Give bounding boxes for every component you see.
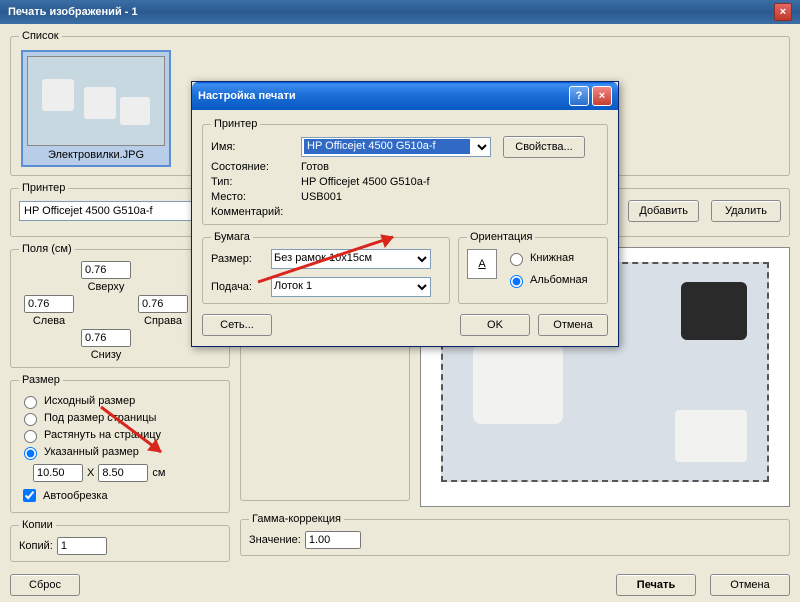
printer-type-value: HP Officejet 4500 G510a-f	[301, 176, 599, 188]
gamma-label: Значение:	[249, 534, 301, 546]
margin-top-input[interactable]	[81, 261, 131, 279]
printer-status-label: Состояние:	[211, 161, 301, 173]
dialog-cancel-button[interactable]: Отмена	[538, 314, 608, 336]
printer-comment-label: Комментарий:	[211, 206, 301, 218]
dialog-paper-legend: Бумага	[211, 231, 253, 243]
copies-label: Копий:	[19, 540, 53, 552]
margin-bottom-label: Снизу	[91, 349, 122, 361]
dialog-portrait-radio[interactable]: Книжная	[505, 250, 588, 266]
size-legend: Размер	[19, 374, 63, 386]
margin-bottom-input[interactable]	[81, 329, 131, 347]
network-button[interactable]: Сеть...	[202, 314, 272, 336]
printer-name-value: HP Officejet 4500 G510a-f	[304, 139, 470, 154]
window-close-button[interactable]: ×	[774, 3, 792, 21]
cancel-button[interactable]: Отмена	[710, 574, 790, 596]
dialog-help-button[interactable]: ?	[569, 86, 589, 106]
orientation-icon: A	[467, 249, 497, 279]
dialog-orientation-legend: Ориентация	[467, 231, 535, 243]
gamma-input[interactable]	[305, 531, 361, 549]
dialog-landscape-radio[interactable]: Альбомная	[505, 272, 588, 288]
copies-fieldset: Копии Копий:	[10, 519, 230, 562]
dialog-printer-legend: Принтер	[211, 118, 260, 130]
margin-right-input[interactable]	[138, 295, 188, 313]
printer-where-label: Место:	[211, 191, 301, 203]
printer-where-value: USB001	[301, 191, 599, 203]
size-unit-label: см	[152, 467, 165, 479]
printer-legend: Принтер	[19, 182, 68, 194]
dialog-titlebar: Настройка печати ? ×	[192, 82, 618, 110]
main-titlebar: Печать изображений - 1 ×	[0, 0, 800, 24]
size-x-label: X	[87, 467, 94, 479]
dialog-orientation-fieldset: Ориентация A Книжная Альбомная	[458, 231, 608, 304]
ok-button[interactable]: OK	[460, 314, 530, 336]
printer-status-value: Готов	[301, 161, 599, 173]
window-title: Печать изображений - 1	[8, 6, 138, 18]
size-height-input[interactable]	[98, 464, 148, 482]
print-button[interactable]: Печать	[616, 574, 696, 596]
thumbnail-image	[27, 56, 165, 146]
dialog-printer-fieldset: Принтер Имя: HP Officejet 4500 G510a-f С…	[202, 118, 608, 225]
annotation-arrow-1	[253, 227, 413, 287]
annotation-arrow-2	[96, 402, 176, 462]
gamma-legend: Гамма-коррекция	[249, 513, 344, 525]
copies-legend: Копии	[19, 519, 56, 531]
autocrop-checkbox[interactable]: Автообрезка	[19, 486, 221, 505]
print-setup-dialog: Настройка печати ? × Принтер Имя: HP Off…	[191, 81, 619, 347]
margin-right-label: Справа	[144, 315, 182, 327]
gamma-fieldset: Гамма-коррекция Значение:	[240, 513, 790, 556]
printer-name-label: Имя:	[211, 141, 301, 153]
margins-legend: Поля (cм)	[19, 243, 75, 255]
remove-button[interactable]: Удалить	[711, 200, 781, 222]
printer-properties-button[interactable]: Свойства...	[503, 136, 585, 158]
margin-left-input[interactable]	[24, 295, 74, 313]
printer-type-label: Тип:	[211, 176, 301, 188]
thumbnail-label: Электровилки.JPG	[27, 146, 165, 161]
thumbnail-item[interactable]: Электровилки.JPG	[21, 50, 171, 167]
add-button[interactable]: Добавить	[628, 200, 699, 222]
copies-input[interactable]	[57, 537, 107, 555]
size-width-input[interactable]	[33, 464, 83, 482]
margin-top-label: Сверху	[88, 281, 125, 293]
dialog-title: Настройка печати	[198, 90, 296, 102]
reset-button[interactable]: Сброс	[10, 574, 80, 596]
list-legend: Список	[19, 30, 62, 42]
margin-left-label: Слева	[33, 315, 65, 327]
dialog-close-button[interactable]: ×	[592, 86, 612, 106]
